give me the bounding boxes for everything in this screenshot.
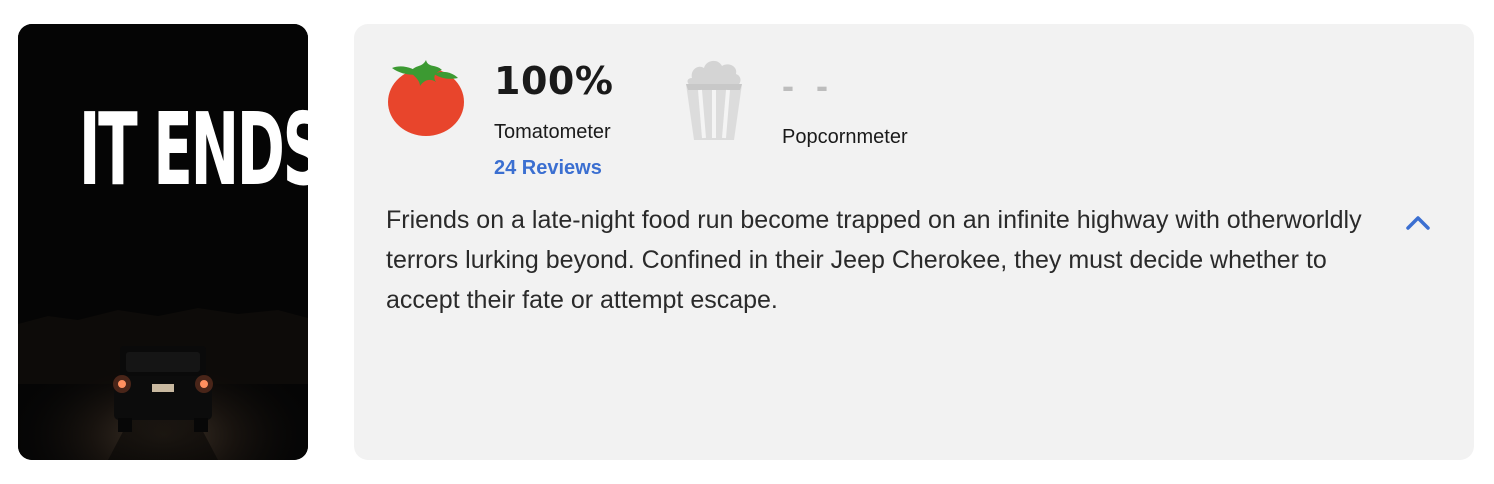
popcornmeter-score: - - (782, 65, 834, 106)
popcorn-bucket-icon (686, 60, 742, 140)
collapse-synopsis-button[interactable] (1400, 208, 1436, 236)
movie-synopsis: Friends on a late-night food run become … (386, 206, 1362, 314)
tomatometer-label: Tomatometer (494, 121, 611, 143)
poster-title: IT ENDS (78, 91, 308, 208)
movie-poster[interactable]: IT ENDS (18, 24, 308, 460)
poster-image (18, 24, 308, 460)
tomatometer-score: 100% (494, 59, 614, 103)
jeep-silhouette (113, 346, 213, 432)
tomato-icon (388, 60, 464, 136)
popcornmeter-label: Popcornmeter (782, 126, 908, 148)
chevron-up-icon (1406, 216, 1430, 230)
reviews-count-link[interactable]: 24 Reviews (494, 158, 602, 178)
movie-info-card: 100% Tomatometer 24 Reviews - - Popcornm… (354, 24, 1474, 460)
